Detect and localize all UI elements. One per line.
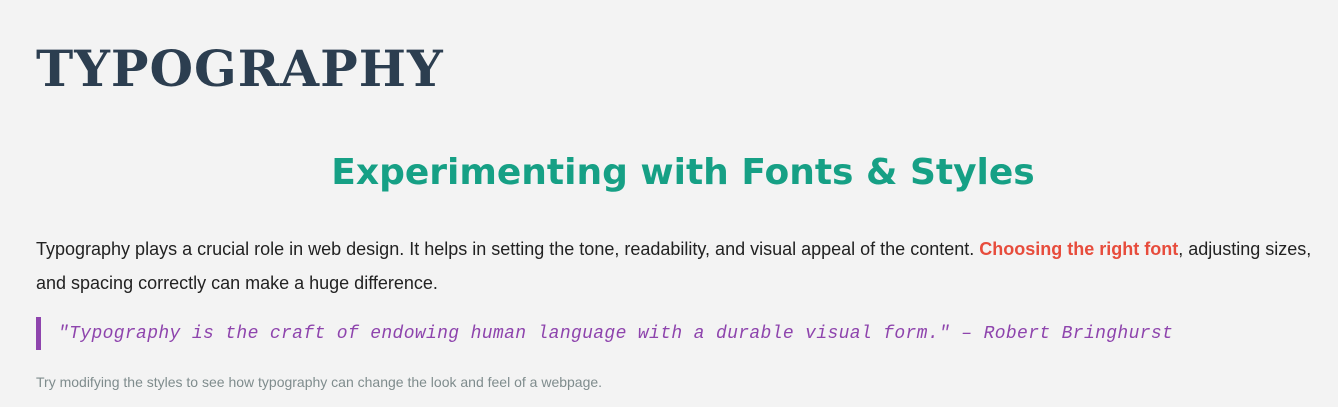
blockquote: "Typography is the craft of endowing hum… bbox=[36, 317, 1173, 350]
paragraph-text-before: Typography plays a crucial role in web d… bbox=[36, 239, 980, 259]
intro-paragraph: Typography plays a crucial role in web d… bbox=[36, 232, 1330, 300]
highlighted-text: Choosing the right font bbox=[979, 239, 1179, 259]
quote-text: "Typography is the craft of endowing hum… bbox=[58, 323, 1174, 344]
footer-note: Try modifying the styles to see how typo… bbox=[36, 374, 603, 390]
section-subtitle: Experimenting with Fonts & Styles bbox=[331, 152, 1035, 193]
page-title: TYPOGRAPHY bbox=[36, 39, 444, 98]
